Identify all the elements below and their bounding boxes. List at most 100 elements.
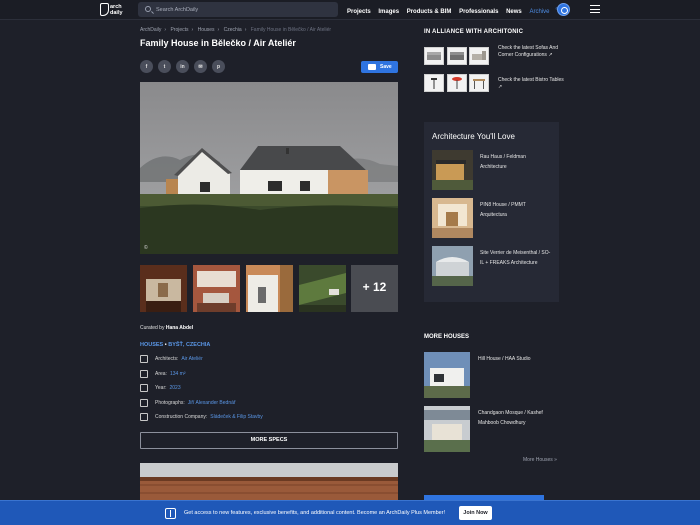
camera-icon: [140, 399, 148, 407]
alliance-title: IN ALLIANCE WITH ARCHITONIC: [424, 29, 524, 35]
love-item-image: [432, 246, 473, 286]
archi-link-bistro-text: Check the latest Bistro Tables: [498, 77, 564, 83]
archi-link-bistro[interactable]: Check the latest Bistro Tables ↗: [498, 77, 568, 91]
nav-news[interactable]: News: [506, 9, 522, 15]
more-houses-item-title: Hill House / HAA Studio: [478, 356, 531, 362]
construction-icon: [140, 413, 148, 421]
sofa-thumb[interactable]: [424, 47, 444, 65]
nav-archive-label: Archive: [529, 9, 550, 15]
join-now-button[interactable]: Join Now: [459, 506, 492, 520]
gallery-thumb[interactable]: [246, 265, 293, 312]
breadcrumb-houses[interactable]: Houses: [198, 27, 215, 33]
gallery-thumb[interactable]: [140, 265, 187, 312]
location-link[interactable]: BYŠŤ, CZECHIA: [168, 342, 210, 348]
sofa-thumb[interactable]: [447, 47, 467, 65]
category-location: HOUSES • BYŠŤ, CZECHIA: [140, 342, 210, 348]
hero-photo-house-in-fog: [140, 82, 398, 254]
table-thumb[interactable]: [469, 74, 489, 92]
area-label: Area:: [155, 371, 167, 377]
hamburger-menu-icon[interactable]: [590, 5, 600, 13]
more-houses-thumb: [424, 406, 470, 452]
thumb-photo-facade: [246, 265, 293, 312]
save-label: Save: [380, 64, 392, 70]
nav-professionals[interactable]: Professionals: [459, 9, 498, 15]
nav-images[interactable]: Images: [378, 9, 399, 15]
nav-projects[interactable]: Projects: [347, 9, 371, 15]
category-link[interactable]: HOUSES: [140, 342, 163, 348]
nav-products-bim[interactable]: Products & BIM: [407, 9, 452, 15]
linkedin-icon[interactable]: in: [176, 60, 189, 73]
table-image: [452, 77, 462, 89]
archdaily-logo[interactable]: arch daily: [100, 2, 128, 18]
mail-icon[interactable]: ✉: [194, 60, 207, 73]
construction-value[interactable]: Sládeček & Filip Stavby: [210, 414, 263, 420]
breadcrumb-separator: ›: [244, 27, 247, 33]
table-thumb[interactable]: [424, 74, 444, 92]
save-button[interactable]: Save: [361, 61, 398, 73]
gallery-thumb[interactable]: [299, 265, 346, 312]
twitter-icon[interactable]: t: [158, 60, 171, 73]
nav-archive[interactable]: Archive®: [529, 6, 558, 15]
sofa-image: [427, 52, 441, 60]
gallery-thumbnails: + 12: [140, 265, 398, 312]
search-box[interactable]: [138, 2, 338, 17]
card-title: Architecture You'll Love: [432, 132, 515, 141]
logo-text-daily: daily: [110, 10, 123, 16]
table-image: [431, 78, 437, 89]
love-item-thumb: [432, 150, 473, 190]
architects-value[interactable]: Air Ateliér: [181, 356, 202, 362]
curated-by: Curated by Hana Abdel: [140, 325, 193, 331]
second-photo[interactable]: [140, 463, 398, 503]
gallery-thumb[interactable]: [193, 265, 240, 312]
thumb-photo-kitchen: [193, 265, 240, 312]
more-specs-button[interactable]: MORE SPECS: [140, 432, 398, 449]
search-input[interactable]: [156, 2, 331, 17]
thumb-photo-interior-dark: [140, 265, 187, 312]
calendar-icon: [140, 384, 148, 392]
breadcrumb-czechia[interactable]: Czechia: [224, 27, 242, 33]
architects-icon: [140, 355, 148, 363]
logo-mark-icon: [100, 3, 109, 16]
breadcrumb-separator: ›: [164, 27, 167, 33]
pinterest-icon[interactable]: p: [212, 60, 225, 73]
love-item-image: [432, 198, 473, 238]
sofa-image: [450, 52, 464, 60]
user-avatar-icon[interactable]: [557, 3, 570, 16]
area-value: 134 m²: [169, 371, 186, 377]
breadcrumb-current: Family House in Bělečko / Air Ateliér: [250, 27, 332, 33]
gallery-more-count: + 12: [362, 280, 387, 294]
table-thumb[interactable]: [447, 74, 467, 92]
curated-by-label: Curated by: [140, 325, 165, 331]
breadcrumb-projects[interactable]: Projects: [170, 27, 188, 33]
sofa-thumb[interactable]: [469, 47, 489, 65]
curator-name[interactable]: Hana Abdel: [166, 325, 193, 331]
hero-image[interactable]: ©: [140, 82, 398, 254]
more-houses-thumb: [424, 352, 470, 398]
more-houses-image: [424, 406, 470, 452]
share-buttons: f t in ✉ p: [140, 60, 225, 74]
thumb-photo-green-roof: [299, 265, 346, 312]
plus-membership-banner: Get access to new features, exclusive be…: [0, 500, 700, 525]
more-houses-link[interactable]: More Houses »: [523, 457, 557, 463]
archi-link-sofas[interactable]: Check the latest Sofas And Corner Config…: [498, 45, 568, 59]
folder-icon: [368, 64, 376, 70]
photo-roof-tiles: [140, 463, 398, 503]
facebook-icon[interactable]: f: [140, 60, 153, 73]
external-link-icon: ↗: [498, 84, 503, 90]
sofa-image: [472, 51, 486, 60]
external-link-icon: ↗: [548, 52, 553, 58]
top-navigation-bar: arch daily Projects Images Products & BI…: [0, 0, 700, 20]
more-houses-image: [424, 352, 470, 398]
architecture-youll-love-card: Architecture You'll Love Rau Haus / Feld…: [424, 122, 559, 302]
archdaily-plus-icon: [165, 508, 176, 519]
gallery-more-button[interactable]: + 12: [351, 265, 398, 312]
breadcrumb-archdaily[interactable]: ArchDaily: [140, 27, 161, 33]
construction-label: Construction Company:: [155, 414, 208, 420]
search-icon: [145, 6, 151, 12]
breadcrumb: ArchDaily › Projects › Houses › Czechia › Fa…: [140, 27, 331, 33]
photographs-value[interactable]: Jiří Alexander Bednář: [188, 400, 236, 406]
year-value[interactable]: 2023: [170, 385, 181, 391]
love-item-title: Site Verrier de Meisenthal / SO-IL + FRE…: [480, 250, 551, 266]
main-nav: Projects Images Products & BIM Professio…: [347, 6, 564, 15]
more-houses-item-title: Chandgaon Mosque / Kashef Mahboob Chowdh…: [478, 410, 543, 426]
